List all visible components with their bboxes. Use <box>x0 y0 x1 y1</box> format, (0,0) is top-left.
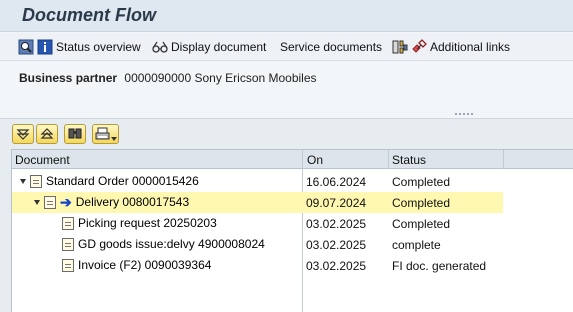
application-toolbar: Status overview Display document Service… <box>0 33 573 61</box>
binoculars-icon <box>68 128 82 139</box>
date-cell: 03.02.2025 <box>306 217 367 231</box>
hierarchy-icon <box>392 39 408 55</box>
chevron-down-icon[interactable] <box>111 137 117 141</box>
status-cell: Completed <box>392 175 451 189</box>
business-partner-row: Business partner 0000090000 Sony Ericson… <box>19 71 317 85</box>
tree-row[interactable]: Invoice (F2) 0090039364 03.02.2025 FI do… <box>12 255 573 276</box>
status-cell: complete <box>392 238 441 252</box>
service-documents-button[interactable]: Service documents <box>280 38 382 56</box>
expand-icon <box>16 129 30 140</box>
document-flow-tree: Document On Status Standard Order 000001… <box>11 149 573 312</box>
column-header-on[interactable]: On <box>307 153 323 167</box>
tree-row[interactable]: Standard Order 0000015426 16.06.2024 Com… <box>12 171 573 192</box>
find-button[interactable] <box>64 124 86 144</box>
window-title: Document Flow <box>22 5 156 25</box>
tree-header: Document On Status <box>12 150 573 169</box>
service-documents-label: Service documents <box>280 40 383 54</box>
display-document-button[interactable]: Display document <box>152 38 266 56</box>
tree-row[interactable]: Picking request 20250203 03.02.2025 Comp… <box>12 213 573 234</box>
expand-all-button[interactable] <box>12 124 34 144</box>
document-label: Standard Order 0000015426 <box>46 174 199 188</box>
expand-triangle-icon[interactable] <box>34 199 40 205</box>
business-partner-value: 0000090000 Sony Ericson Moobiles <box>124 71 317 85</box>
document-label: Picking request 20250203 <box>78 216 217 230</box>
business-partner-label: Business partner <box>19 71 118 85</box>
tree-row-selected[interactable]: ➔ Delivery 0080017543 09.07.2024 Complet… <box>12 192 503 213</box>
status-cell: Completed <box>392 196 451 210</box>
document-icon <box>62 237 74 251</box>
status-cell: FI doc. generated <box>392 259 487 273</box>
document-icon <box>62 258 74 272</box>
document-icon <box>30 174 42 188</box>
document-label: Invoice (F2) 0090039364 <box>78 258 212 272</box>
info-icon <box>37 39 53 55</box>
glasses-icon <box>152 39 168 55</box>
status-overview-button[interactable]: Status overview <box>18 38 141 56</box>
display-document-label: Display document <box>171 40 267 54</box>
date-cell: 03.02.2025 <box>306 238 367 252</box>
magnifier-list-icon <box>18 39 34 55</box>
status-overview-label: Status overview <box>56 40 141 54</box>
expand-triangle-icon[interactable] <box>20 178 26 184</box>
title-bar: Document Flow <box>0 0 573 32</box>
print-button[interactable] <box>92 124 119 144</box>
printer-icon <box>95 127 110 140</box>
link-icon <box>411 39 427 55</box>
collapse-icon <box>40 128 54 139</box>
document-icon <box>44 195 56 209</box>
tree-row[interactable]: GD goods issue:delvy 4900008024 03.02.20… <box>12 234 573 255</box>
additional-links-label: Additional links <box>430 40 511 54</box>
column-header-document[interactable]: Document <box>15 153 70 167</box>
status-cell: Completed <box>392 217 451 231</box>
splitter-handle[interactable] <box>455 113 473 117</box>
document-label: Delivery 0080017543 <box>75 195 190 209</box>
additional-links-button[interactable]: Additional links <box>392 38 510 56</box>
date-cell: 16.06.2024 <box>306 175 367 189</box>
date-cell: 03.02.2025 <box>306 259 367 273</box>
current-document-arrow-icon: ➔ <box>60 194 72 210</box>
collapse-all-button[interactable] <box>36 124 58 144</box>
date-cell: 09.07.2024 <box>306 196 367 210</box>
document-label: GD goods issue:delvy 4900008024 <box>78 237 265 251</box>
tree-toolbar <box>12 124 119 146</box>
column-header-status[interactable]: Status <box>392 153 426 167</box>
document-icon <box>62 216 74 230</box>
